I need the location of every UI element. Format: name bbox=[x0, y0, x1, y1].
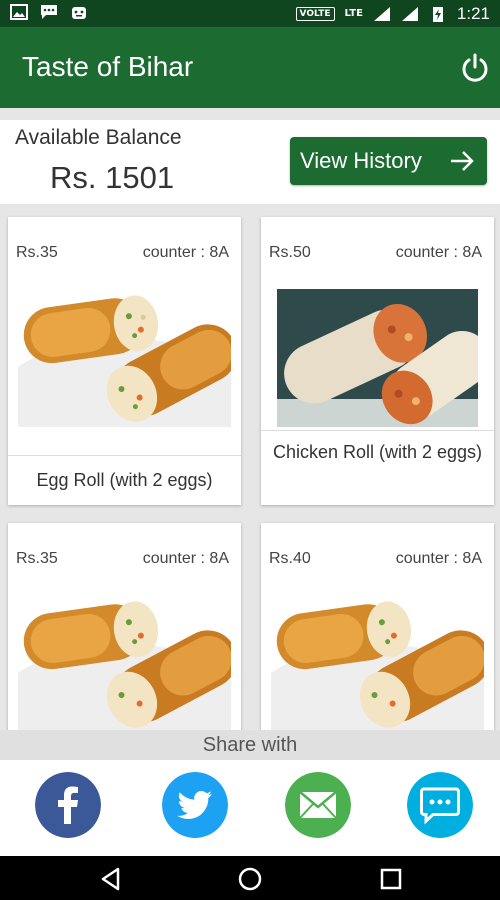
menu-item-card[interactable]: Rs.35 counter : 8A bbox=[8, 523, 241, 730]
item-counter: counter : 8A bbox=[142, 244, 229, 261]
item-price: Rs.40 bbox=[269, 550, 311, 567]
arrow-right-icon bbox=[451, 151, 474, 171]
signal-icon-2 bbox=[401, 7, 418, 21]
chat-icon bbox=[41, 5, 57, 19]
app-bar: Taste of Bihar bbox=[0, 27, 500, 108]
item-name: Chicken Roll (with 2 eggs) bbox=[272, 442, 483, 462]
volte-badge: VOLTE bbox=[295, 7, 335, 21]
app-title: Taste of Bihar bbox=[22, 51, 194, 82]
status-system: VOLTE LTE 1:21 bbox=[295, 2, 490, 26]
card-divider bbox=[261, 430, 494, 431]
menu-item-card[interactable]: Rs.35 counter : 8A Egg Roll (with 2 eggs… bbox=[8, 217, 241, 505]
status-notifications bbox=[10, 4, 88, 20]
sms-icon[interactable] bbox=[407, 772, 473, 838]
item-counter: counter : 8A bbox=[395, 550, 482, 567]
egg-roll-image bbox=[18, 295, 231, 427]
view-history-label: View History bbox=[300, 148, 422, 173]
balance-label: Available Balance bbox=[15, 126, 182, 149]
share-row bbox=[0, 760, 500, 856]
egg-roll-image bbox=[18, 601, 231, 730]
battery-icon bbox=[432, 7, 443, 22]
share-label: Share with bbox=[202, 734, 298, 756]
item-counter: counter : 8A bbox=[395, 244, 482, 261]
item-price: Rs.50 bbox=[269, 244, 311, 261]
recents-icon[interactable] bbox=[378, 866, 404, 892]
item-counter: counter : 8A bbox=[142, 550, 229, 567]
menu-item-card[interactable]: Rs.40 counter : 8A bbox=[261, 523, 494, 730]
facebook-icon[interactable] bbox=[35, 772, 101, 838]
item-name: Egg Roll (with 2 eggs) bbox=[36, 470, 213, 490]
menu-grid: Rs.35 counter : 8A Egg Roll (with 2 eggs… bbox=[0, 205, 500, 730]
power-icon[interactable] bbox=[458, 51, 492, 85]
navigation-bar bbox=[0, 856, 500, 900]
signal-icon bbox=[373, 7, 390, 21]
share-header: Share with bbox=[0, 730, 500, 760]
twitter-icon[interactable] bbox=[162, 772, 228, 838]
email-icon[interactable] bbox=[285, 772, 351, 838]
view-history-button[interactable]: View History bbox=[290, 137, 487, 185]
balance-card: Available Balance Rs. 1501 View History bbox=[0, 120, 500, 204]
card-divider bbox=[8, 455, 241, 456]
back-icon[interactable] bbox=[98, 866, 124, 892]
android-icon bbox=[72, 7, 86, 19]
lte-label: LTE bbox=[344, 8, 363, 19]
item-price: Rs.35 bbox=[16, 244, 58, 261]
home-icon[interactable] bbox=[237, 866, 263, 892]
chicken-roll-image bbox=[277, 289, 478, 427]
item-price: Rs.35 bbox=[16, 550, 58, 567]
status-bar: VOLTE LTE 1:21 bbox=[0, 0, 500, 27]
image-icon bbox=[10, 4, 28, 20]
balance-value: Rs. 1501 bbox=[50, 160, 175, 195]
egg-roll-image bbox=[271, 601, 484, 730]
menu-item-card[interactable]: Rs.50 counter : 8A Chicken Roll (with 2 … bbox=[261, 217, 494, 505]
clock: 1:21 bbox=[456, 4, 490, 23]
